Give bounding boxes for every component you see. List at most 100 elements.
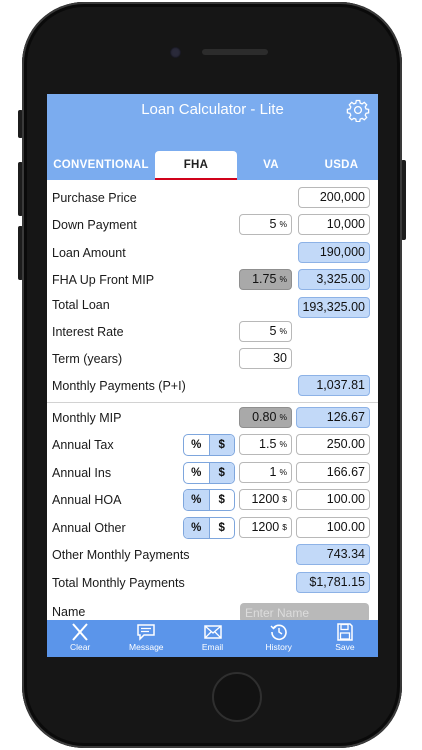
total-loan-value: 193,325.00: [298, 297, 370, 318]
annual-hoa-input[interactable]: 1200 $: [239, 489, 292, 510]
other-monthly-row: Other Monthly Payments 743.34: [47, 544, 378, 568]
down-payment-percent-input[interactable]: 5%: [239, 214, 292, 235]
fha-mip-percent: 1.75%: [239, 269, 292, 290]
annual-ins-unit-toggle[interactable]: % $: [183, 462, 235, 484]
fha-mip-row: FHA Up Front MIP 1.75% 3,325.00: [47, 269, 378, 293]
annual-hoa-unit-toggle[interactable]: % $: [183, 489, 235, 511]
dollar-option[interactable]: $: [208, 518, 235, 538]
annual-tax-unit-toggle[interactable]: % $: [183, 434, 235, 456]
loan-amount-label: Loan Amount: [52, 246, 126, 260]
annual-tax-input[interactable]: 1.5%: [239, 434, 292, 455]
monthly-mip-row: Monthly MIP 0.80% 126.67: [47, 407, 378, 431]
monthly-mip-percent: 0.80%: [239, 407, 292, 428]
history-button[interactable]: History: [246, 620, 312, 657]
percent-unit: %: [279, 326, 287, 336]
message-button[interactable]: Message: [113, 620, 179, 657]
app-header: Loan Calculator - Lite: [47, 94, 378, 151]
input-unit: %: [279, 439, 287, 449]
down-payment-amount-input[interactable]: 10,000: [298, 214, 370, 235]
input-unit: $: [282, 522, 287, 532]
dollar-option[interactable]: $: [208, 463, 234, 483]
annual-other-row: Annual Other % $ 1200 $ 100.00: [47, 517, 378, 541]
annual-other-value[interactable]: 100.00: [296, 517, 370, 538]
purchase-price-input[interactable]: 200,000: [298, 187, 370, 208]
annual-hoa-label: Annual HOA: [52, 493, 122, 507]
dollar-option[interactable]: $: [208, 435, 234, 455]
input-unit: %: [279, 467, 287, 477]
tab-conventional[interactable]: CONVENTIONAL: [47, 151, 155, 180]
app-title: Loan Calculator - Lite: [141, 101, 284, 118]
annual-other-input[interactable]: 1200 $: [239, 517, 292, 538]
monthly-payments-value: 1,037.81: [298, 375, 370, 396]
other-monthly-label: Other Monthly Payments: [52, 548, 190, 562]
tab-usda[interactable]: USDA: [305, 151, 378, 180]
email-button[interactable]: Email: [179, 620, 245, 657]
tab-va[interactable]: VA: [237, 151, 305, 180]
annual-other-input-value: 1200: [251, 520, 280, 534]
interest-rate-row: Interest Rate 5%: [47, 321, 378, 345]
save-button[interactable]: Save: [312, 620, 378, 657]
down-payment-row: Down Payment 5% 10,000: [47, 214, 378, 238]
percent-option[interactable]: %: [184, 490, 209, 510]
tab-fha[interactable]: FHA: [155, 151, 237, 180]
name-label: Name: [52, 605, 86, 619]
monthly-mip-label: Monthly MIP: [52, 411, 122, 425]
percent-option[interactable]: %: [184, 435, 209, 455]
dollar-option[interactable]: $: [208, 490, 235, 510]
percent-unit: %: [279, 219, 287, 229]
total-monthly-label: Total Monthly Payments: [52, 576, 185, 590]
history-icon: [270, 624, 287, 641]
monthly-mip-value: 126.67: [296, 407, 370, 428]
loan-type-tabs: CONVENTIONAL FHA VA USDA: [47, 151, 378, 180]
annual-other-unit-toggle[interactable]: % $: [183, 517, 235, 539]
term-input[interactable]: 30: [239, 348, 292, 369]
annual-ins-input[interactable]: 1%: [239, 462, 292, 483]
term-row: Term (years) 30: [47, 348, 378, 372]
annual-hoa-value[interactable]: 100.00: [296, 489, 370, 510]
purchase-price-label: Purchase Price: [52, 191, 137, 205]
percent-unit: %: [279, 412, 287, 422]
home-button: [212, 672, 262, 722]
purchase-price-row: Purchase Price 200,000: [47, 187, 378, 211]
app-screen: Loan Calculator - Lite CONVENTIONAL FHA …: [47, 94, 378, 657]
down-payment-label: Down Payment: [52, 218, 137, 232]
annual-hoa-row: Annual HOA % $ 1200 $ 100.00: [47, 489, 378, 513]
interest-rate-label: Interest Rate: [52, 325, 124, 339]
earpiece-speaker: [202, 49, 268, 55]
annual-ins-input-value: 1: [269, 465, 277, 479]
annual-ins-row: Annual Ins % $ 1% 166.67: [47, 462, 378, 486]
interest-rate-input[interactable]: 5%: [239, 321, 292, 342]
annual-ins-value[interactable]: 166.67: [296, 462, 370, 483]
message-label: Message: [129, 642, 164, 652]
bottom-toolbar: Clear Message Email History Save: [47, 620, 378, 657]
front-camera: [170, 47, 181, 58]
percent-option[interactable]: %: [184, 463, 209, 483]
annual-other-label: Annual Other: [52, 521, 126, 535]
save-icon: [337, 623, 353, 641]
annual-ins-label: Annual Ins: [52, 466, 112, 480]
percent-option[interactable]: %: [184, 518, 209, 538]
email-icon: [203, 625, 222, 639]
gear-icon[interactable]: [346, 98, 370, 122]
annual-tax-label: Annual Tax: [52, 438, 114, 452]
percent-unit: %: [279, 274, 287, 284]
clear-label: Clear: [69, 642, 91, 652]
interest-rate-value: 5: [269, 324, 277, 338]
message-icon: [137, 624, 156, 641]
total-loan-label: Total Loan: [52, 298, 110, 312]
total-loan-row: Total Loan 193,325.00: [47, 294, 378, 318]
total-monthly-row: Total Monthly Payments $1,781.15: [47, 572, 378, 596]
history-label: History: [265, 642, 292, 652]
fha-mip-label: FHA Up Front MIP: [52, 273, 155, 287]
loan-amount-row: Loan Amount 190,000: [47, 242, 378, 266]
total-monthly-value: $1,781.15: [296, 572, 370, 593]
annual-tax-value[interactable]: 250.00: [296, 434, 370, 455]
annual-tax-input-value: 1.5: [259, 437, 277, 451]
monthly-mip-percent-value: 0.80: [252, 410, 277, 424]
save-label: Save: [335, 642, 355, 652]
clear-button[interactable]: Clear: [47, 620, 113, 657]
email-label: Email: [201, 642, 224, 652]
term-label: Term (years): [52, 352, 123, 366]
close-icon: [72, 623, 88, 641]
annual-hoa-input-value: 1200: [251, 492, 280, 506]
